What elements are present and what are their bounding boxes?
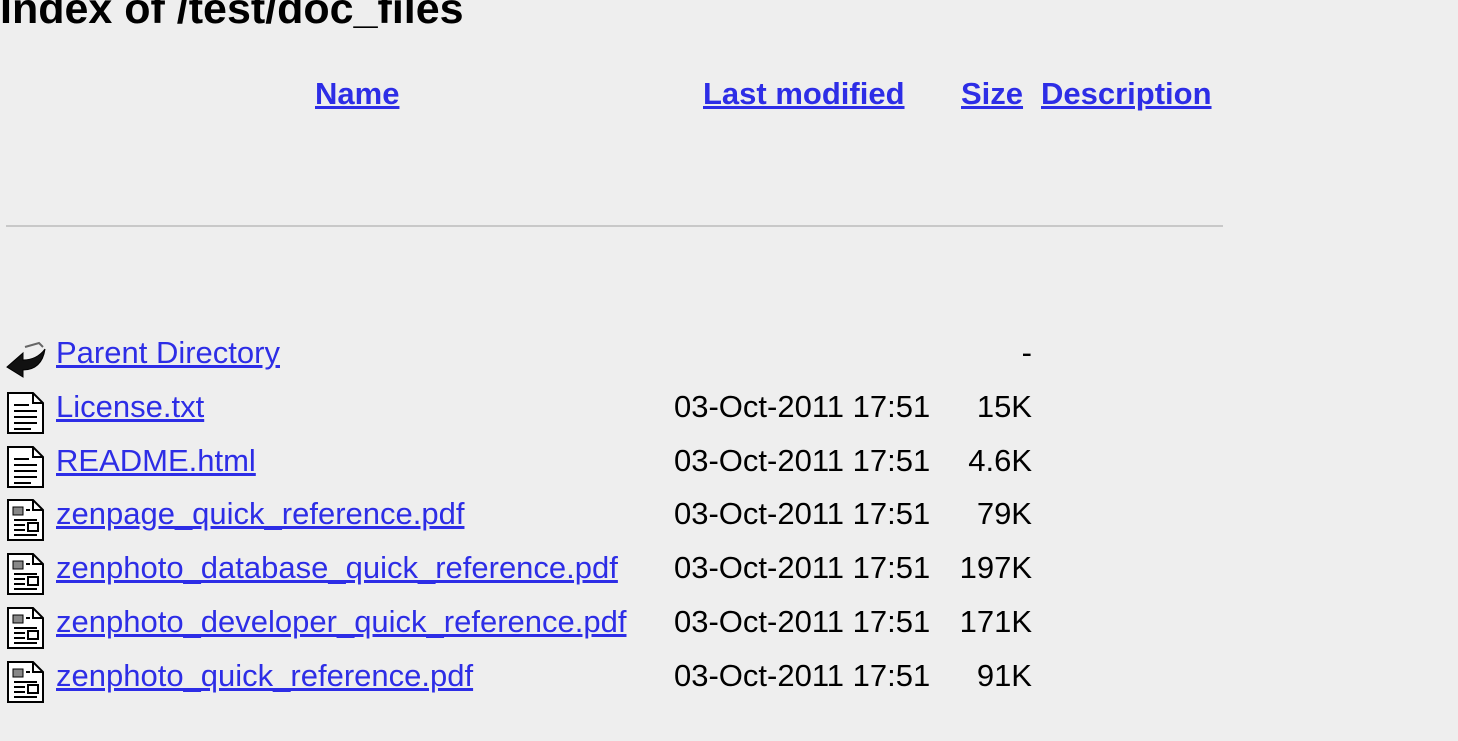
list-item-parent-directory: Parent Directory - — [0, 331, 1100, 385]
list-item: License.txt 03-Oct-2011 17:51 15K — [0, 385, 1100, 439]
size-value: - — [1021, 335, 1032, 370]
size-value: 171K — [959, 604, 1032, 639]
size-value: 197K — [959, 550, 1032, 585]
last-modified-value: 03-Oct-2011 17:51 — [674, 550, 931, 585]
layout-file-icon — [5, 660, 47, 704]
file-link[interactable]: README.html — [56, 443, 256, 479]
size-value: 15K — [976, 389, 1032, 424]
list-item: zenphoto_quick_reference.pdf 03-Oct-2011… — [0, 654, 1100, 708]
parent-directory-link[interactable]: Parent Directory — [56, 335, 280, 371]
last-modified-value: 03-Oct-2011 17:51 — [674, 496, 931, 531]
text-file-icon — [5, 445, 47, 489]
list-item: zenphoto_developer_quick_reference.pdf 0… — [0, 600, 1100, 654]
file-link[interactable]: zenpage_quick_reference.pdf — [56, 496, 464, 532]
back-icon — [5, 337, 47, 381]
sort-by-description-link[interactable]: Description — [1041, 76, 1212, 112]
layout-file-icon — [5, 552, 47, 596]
list-item: zenpage_quick_reference.pdf 03-Oct-2011 … — [0, 492, 1100, 546]
size-value: 4.6K — [968, 443, 1032, 478]
sort-by-size-link[interactable]: Size — [961, 76, 1023, 112]
last-modified-value: 03-Oct-2011 17:51 — [674, 658, 931, 693]
text-file-icon — [5, 391, 47, 435]
file-link[interactable]: zenphoto_developer_quick_reference.pdf — [56, 604, 626, 640]
list-item: README.html 03-Oct-2011 17:51 4.6K — [0, 439, 1100, 493]
header-divider — [6, 225, 1223, 227]
sort-by-last-modified-link[interactable]: Last modified — [703, 76, 905, 112]
last-modified-value: 03-Oct-2011 17:51 — [674, 389, 931, 424]
last-modified-value: 03-Oct-2011 17:51 — [674, 443, 931, 478]
page-title: Index of /test/doc_files — [0, 0, 464, 33]
list-item: zenphoto_database_quick_reference.pdf 03… — [0, 546, 1100, 600]
last-modified-value: 03-Oct-2011 17:51 — [674, 604, 931, 639]
file-link[interactable]: zenphoto_quick_reference.pdf — [56, 658, 473, 694]
size-value: 91K — [976, 658, 1032, 693]
size-value: 79K — [976, 496, 1032, 531]
sort-by-name-link[interactable]: Name — [315, 76, 399, 112]
file-link[interactable]: License.txt — [56, 389, 204, 425]
layout-file-icon — [5, 606, 47, 650]
file-link[interactable]: zenphoto_database_quick_reference.pdf — [56, 550, 618, 586]
layout-file-icon — [5, 498, 47, 542]
